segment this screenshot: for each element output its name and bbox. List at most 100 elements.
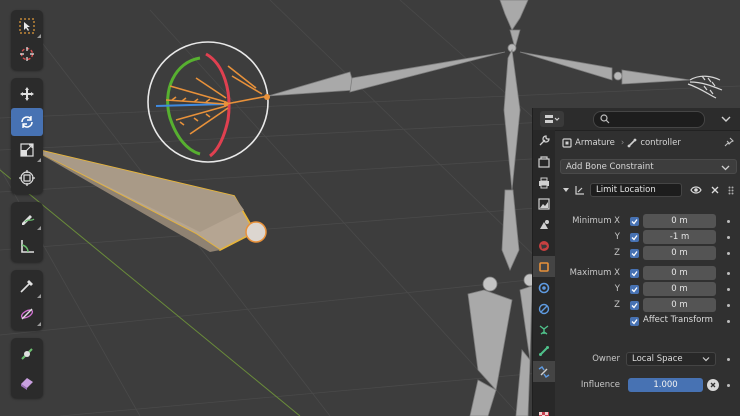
- eye-icon[interactable]: [690, 185, 702, 195]
- transform-tool[interactable]: [11, 164, 43, 192]
- keyframe-dot[interactable]: [727, 304, 730, 307]
- keyframe-dot[interactable]: [727, 272, 730, 275]
- tab-tool[interactable]: [533, 130, 555, 151]
- relax-pose-icon: [20, 280, 33, 293]
- select-box-icon: [19, 18, 35, 34]
- physics-icon: [538, 303, 550, 314]
- keyframe-dot[interactable]: [727, 320, 730, 323]
- cursor-icon: [20, 47, 34, 61]
- constraint-name-field[interactable]: Limit Location: [590, 183, 682, 197]
- scale-tool[interactable]: [11, 136, 43, 164]
- tab-texture[interactable]: [533, 406, 555, 416]
- add-bone-constraint-button[interactable]: Add Bone Constraint: [560, 159, 737, 174]
- keyframe-dot[interactable]: [727, 220, 730, 223]
- world-icon: [539, 240, 549, 251]
- roll-tool[interactable]: [11, 340, 43, 368]
- bone-constraint-properties: Armature › controller Add Bone Constrain…: [556, 130, 740, 416]
- breadcrumb-separator: ›: [620, 138, 625, 148]
- tool-group-transform: [11, 78, 43, 194]
- checkmark-icon: [631, 219, 638, 225]
- checkmark-icon: [631, 319, 638, 325]
- owner-space-select[interactable]: Local Space: [626, 352, 716, 366]
- use-min-y-checkbox[interactable]: [630, 233, 639, 242]
- tab-output[interactable]: [533, 172, 555, 193]
- scene-icon: [540, 219, 549, 229]
- tab-object[interactable]: [533, 256, 555, 277]
- influence-slider[interactable]: 1.000: [628, 378, 703, 392]
- tab-modifiers[interactable]: [533, 277, 555, 298]
- max-x-field[interactable]: 0 m: [643, 266, 716, 280]
- min-z-field[interactable]: 0 m: [643, 246, 716, 260]
- tab-particles[interactable]: [533, 298, 555, 319]
- min-x-field[interactable]: 0 m: [643, 214, 716, 228]
- use-max-z-checkbox[interactable]: [630, 301, 639, 310]
- properties-tabs: [533, 130, 555, 416]
- transform-icon: [19, 170, 35, 186]
- tool-more-indicator: [37, 226, 41, 230]
- texture-icon: [539, 411, 549, 416]
- use-max-y-checkbox[interactable]: [630, 285, 639, 294]
- minimum-x-label: Minimum X: [572, 216, 620, 226]
- tab-view-layer[interactable]: [533, 193, 555, 214]
- editor-type-button[interactable]: [540, 111, 564, 127]
- tab-object-data[interactable]: [533, 319, 555, 340]
- checkmark-icon: [631, 287, 638, 293]
- min-y-field[interactable]: -1 m: [643, 230, 716, 244]
- image-icon: [538, 197, 550, 210]
- tab-render[interactable]: [533, 151, 555, 172]
- use-min-z-checkbox[interactable]: [630, 249, 639, 258]
- measure-tool[interactable]: [11, 232, 43, 260]
- render-icon: [538, 155, 550, 168]
- maximum-x-label: Maximum X: [569, 268, 620, 278]
- wrench-icon: [539, 134, 550, 145]
- checkmark-icon: [631, 271, 638, 277]
- close-icon[interactable]: [711, 186, 719, 194]
- tab-world[interactable]: [533, 235, 555, 256]
- tool-more-indicator: [37, 294, 41, 298]
- search-input[interactable]: [593, 111, 705, 128]
- maximum-y-label: Y: [614, 284, 620, 294]
- keyframe-dot[interactable]: [727, 252, 730, 255]
- checkmark-icon: [631, 235, 638, 241]
- collapse-arrow-icon[interactable]: [562, 186, 570, 194]
- use-min-x-checkbox[interactable]: [630, 217, 639, 226]
- breadcrumb-bone: controller: [640, 138, 681, 148]
- max-y-field[interactable]: 0 m: [643, 282, 716, 296]
- armature-icon: [539, 324, 549, 335]
- keyframe-dot[interactable]: [727, 358, 730, 361]
- pin-icon[interactable]: [724, 137, 734, 147]
- affect-transform-checkbox[interactable]: [630, 317, 639, 326]
- relax-pose-tool[interactable]: [11, 272, 43, 300]
- keyframe-dot[interactable]: [727, 288, 730, 291]
- tab-bone-constraints[interactable]: [533, 361, 555, 382]
- select-box-tool[interactable]: [11, 12, 43, 40]
- properties-editor: Armature › controller Add Bone Constrain…: [532, 108, 740, 416]
- tab-scene[interactable]: [533, 214, 555, 235]
- shear-tool[interactable]: [11, 368, 43, 396]
- drag-handle-icon[interactable]: [728, 186, 734, 195]
- cursor-tool[interactable]: [11, 40, 43, 68]
- annotate-icon: [22, 215, 35, 225]
- measure-icon: [21, 240, 34, 253]
- move-tool[interactable]: [11, 80, 43, 108]
- affect-transform-label: Affect Transform: [643, 315, 713, 325]
- properties-editor-icon: [545, 115, 560, 123]
- rotate-tool[interactable]: [11, 108, 43, 136]
- disable-keep-temp-button[interactable]: [707, 379, 719, 391]
- keyframe-dot[interactable]: [727, 384, 730, 387]
- scale-icon: [20, 143, 34, 157]
- max-z-field[interactable]: 0 m: [643, 298, 716, 312]
- tab-bone[interactable]: [533, 340, 555, 361]
- blender-window: Armature › controller Add Bone Constrain…: [0, 0, 740, 416]
- minimum-y-label: Y: [614, 232, 620, 242]
- owner-space-value: Local Space: [632, 354, 683, 364]
- add-bone-constraint-label: Add Bone Constraint: [566, 161, 654, 172]
- push-pose-tool[interactable]: [11, 300, 43, 328]
- tool-more-indicator: [37, 158, 41, 162]
- use-max-x-checkbox[interactable]: [630, 269, 639, 278]
- checkmark-icon: [631, 303, 638, 309]
- keyframe-dot[interactable]: [727, 236, 730, 239]
- annotate-tool[interactable]: [11, 204, 43, 232]
- tool-group-select: [11, 10, 43, 70]
- chevron-down-icon[interactable]: [719, 112, 733, 126]
